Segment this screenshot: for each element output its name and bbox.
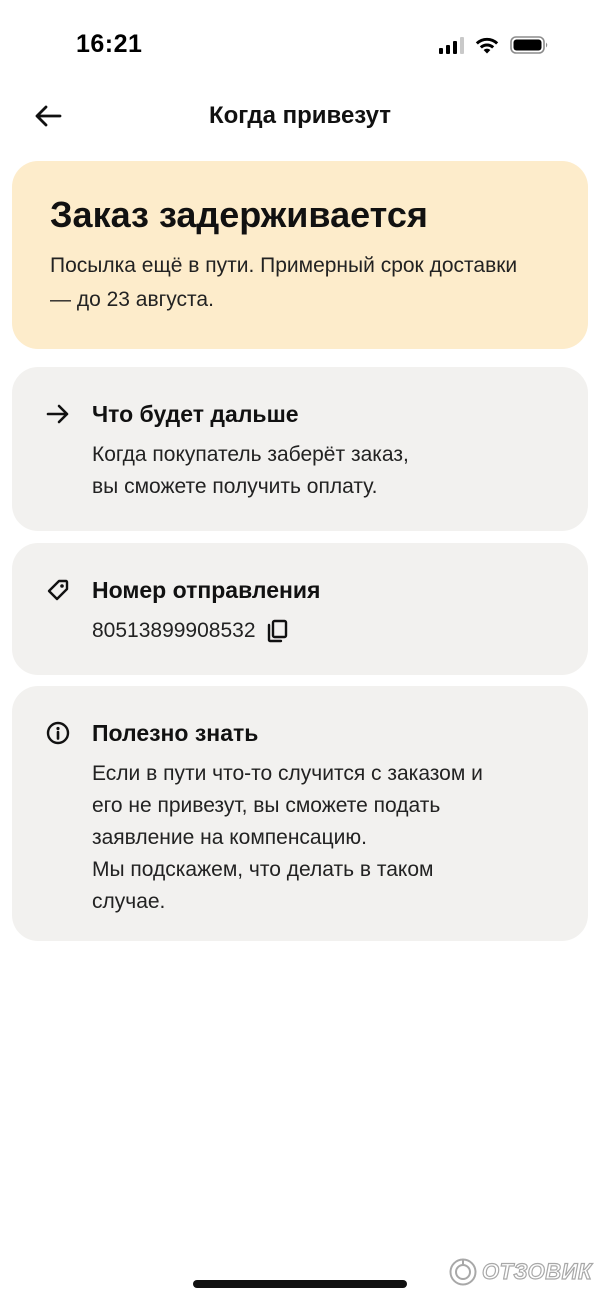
tracking-row: 80513899908532 [92, 615, 554, 647]
delay-alert-card: Заказ задерживается Посылка ещё в пути. … [12, 161, 588, 349]
card-body: Если в пути что-то случится с заказом и … [92, 758, 554, 918]
card-body-line: заявление на компенсацию. [92, 826, 367, 849]
card-body-line: Когда покупатель заберёт заказ, [92, 443, 409, 466]
card-header: Номер отправления [46, 573, 554, 607]
copy-icon [267, 619, 287, 643]
alert-title: Заказ задерживается [50, 194, 428, 235]
page-title: Когда привезут [208, 102, 392, 129]
tag-icon [46, 575, 76, 605]
card-title: Номер отправления [92, 576, 321, 603]
info-icon [46, 718, 76, 748]
card-body-line: Если в пути что-то случится с заказом и [92, 762, 483, 785]
useful-info-card: Полезно знать Если в пути что-то случитс… [12, 686, 588, 941]
card-body-line: Мы подскажем, что делать в таком [92, 858, 434, 881]
card-body-line: случае. [92, 890, 166, 913]
home-indicator[interactable] [193, 1280, 407, 1288]
card-title: Полезно знать [92, 719, 259, 746]
copy-button[interactable] [264, 618, 290, 644]
battery-icon [510, 36, 548, 54]
header: Когда привезут [0, 88, 600, 144]
whats-next-card: Что будет дальше Когда покупатель заберё… [12, 367, 588, 531]
status-icons [439, 33, 550, 57]
watermark-text: ОТЗОВИК [481, 1258, 592, 1284]
card-body-line: вы сможете получить оплату. [92, 475, 378, 498]
card-body-line: его не привезут, вы сможете подать [92, 794, 441, 817]
card-header: Полезно знать [46, 716, 554, 750]
alert-text: Посылка ещё в пути. Примерный срок доста… [50, 254, 518, 311]
watermark: ОТЗОВИК [448, 1257, 592, 1287]
otzovik-logo-icon [449, 1258, 477, 1286]
screen: 16:21 Когда привезут Заказ задерживается… [0, 0, 600, 1301]
wifi-icon [475, 37, 499, 54]
tracking-number-card: Номер отправления 80513899908532 [12, 543, 588, 675]
card-body: Когда покупатель заберёт заказ, вы сможе… [92, 439, 554, 503]
status-bar: 16:21 [0, 0, 600, 88]
cellular-signal-icon [439, 36, 464, 54]
card-header: Что будет дальше [46, 397, 554, 431]
card-title: Что будет дальше [92, 400, 299, 427]
arrow-right-icon [46, 399, 76, 429]
tracking-number[interactable]: 80513899908532 [92, 619, 256, 643]
status-time: 16:21 [76, 30, 143, 58]
